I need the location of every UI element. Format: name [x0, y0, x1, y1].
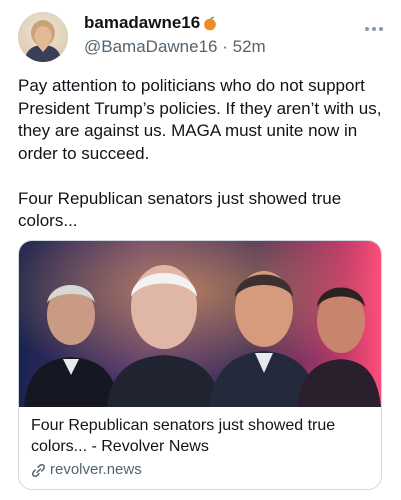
link-icon [32, 463, 45, 477]
handle-row: @BamaDawne16 · 52m [84, 36, 266, 58]
handle[interactable]: @BamaDawne16 [84, 37, 218, 56]
more-dot [371, 27, 376, 31]
display-name-row[interactable]: bamadawne16 [84, 12, 266, 34]
card-title[interactable]: Four Republican senators just showed tru… [31, 415, 369, 457]
tweet-text: Pay attention to politicians who do not … [18, 76, 382, 230]
peach-icon [204, 16, 217, 31]
more-dot [378, 27, 383, 31]
link-card[interactable]: Four Republican senators just showed tru… [18, 240, 382, 490]
card-domain-row[interactable]: revolver.news [31, 460, 369, 480]
more-options-icon[interactable] [363, 18, 387, 31]
avatar[interactable] [18, 12, 68, 62]
card-meta: Four Republican senators just showed tru… [31, 415, 369, 480]
more-dot [364, 27, 369, 31]
display-name[interactable]: bamadawne16 [84, 12, 200, 34]
card-domain: revolver.news [50, 461, 142, 478]
separator: · [222, 37, 228, 56]
author-info: bamadawne16 @BamaDawne16 · 52m [84, 12, 266, 58]
tweet-header: bamadawne16 @BamaDawne16 · 52m [18, 12, 387, 64]
timestamp[interactable]: 52m [233, 37, 266, 56]
card-image[interactable] [19, 241, 381, 407]
